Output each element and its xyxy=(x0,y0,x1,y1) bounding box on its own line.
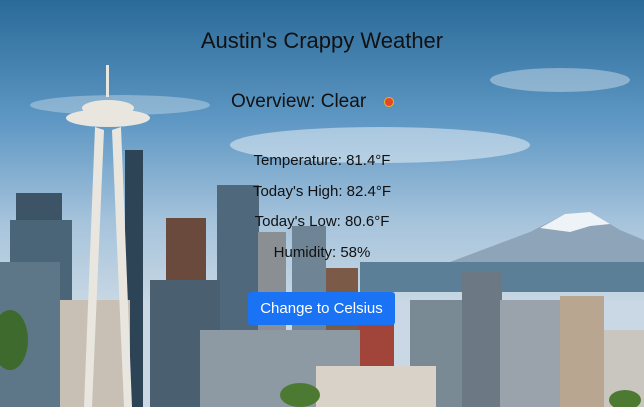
overview-row: Overview: Clear xyxy=(231,91,396,113)
weather-panel: Austin's Crappy Weather Overview: Clear … xyxy=(0,0,644,407)
page-title: Austin's Crappy Weather xyxy=(200,28,444,53)
change-to-celsius-button[interactable]: Change to Celsius xyxy=(248,292,395,325)
humidity-text: Humidity: 58% xyxy=(273,244,371,261)
temperature-text: Temperature: 81.4°F xyxy=(253,152,391,169)
todays-low-text: Today's Low: 80.6°F xyxy=(254,213,390,230)
overview-label: Overview: Clear xyxy=(231,91,367,112)
sun-icon xyxy=(382,95,396,109)
todays-high-text: Today's High: 82.4°F xyxy=(252,183,392,200)
